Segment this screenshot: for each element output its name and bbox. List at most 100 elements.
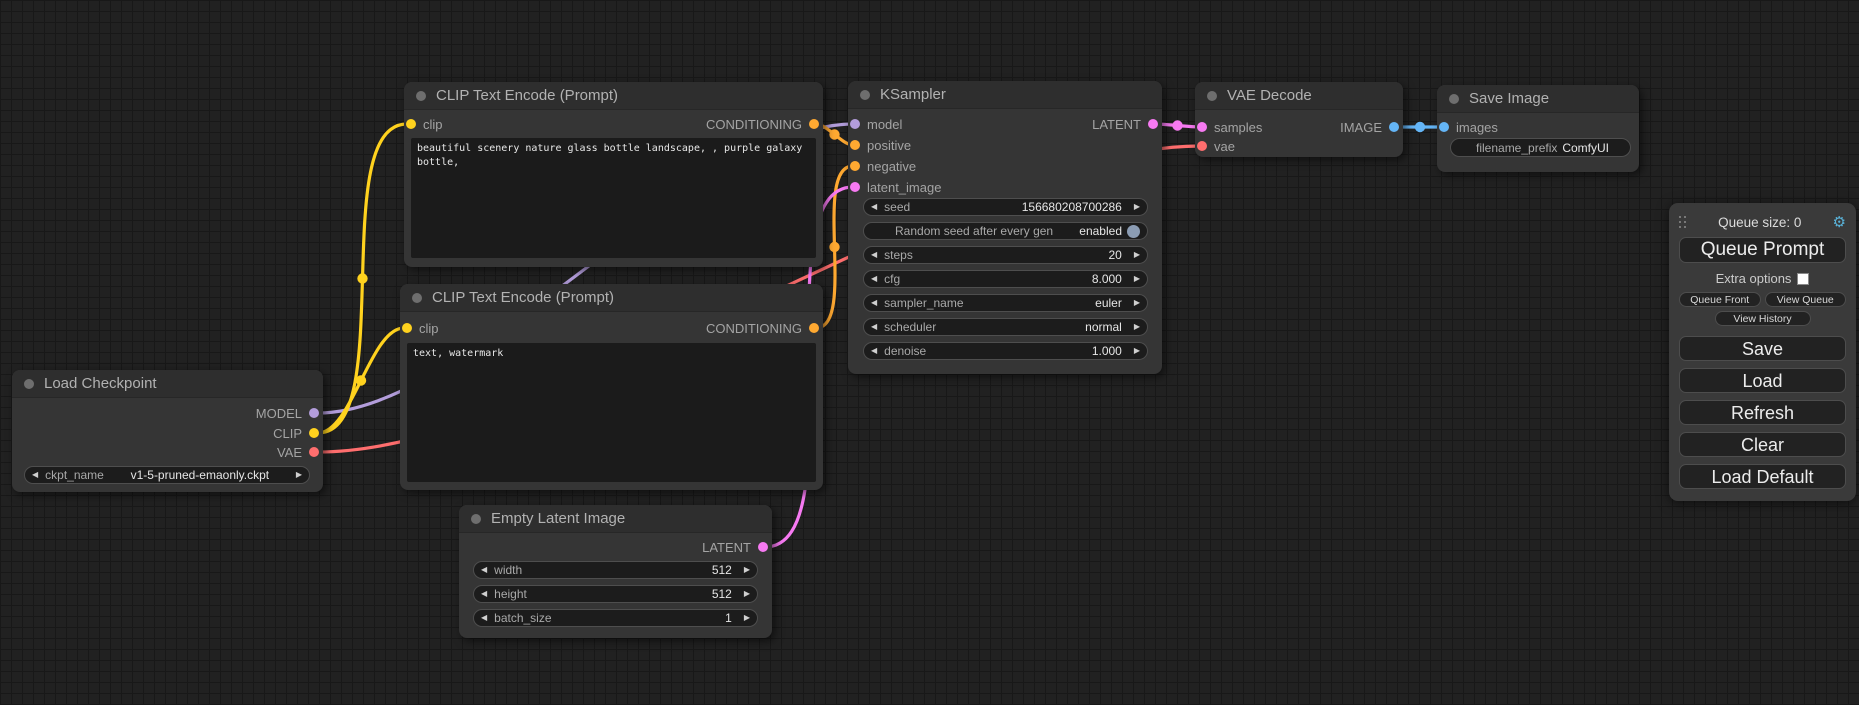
- link-midpoint-dot-latent-to-vae-decode[interactable]: [1172, 120, 1182, 130]
- decrement-arrow-icon[interactable]: ◀: [871, 299, 877, 307]
- node-title: CLIP Text Encode (Prompt): [432, 289, 614, 306]
- cfg-widget[interactable]: ◀ cfg 8.000 ▶: [863, 270, 1148, 288]
- steps-widget[interactable]: ◀ steps 20 ▶: [863, 246, 1148, 264]
- load-button[interactable]: Load: [1679, 368, 1846, 393]
- increment-arrow-icon[interactable]: ▶: [1134, 251, 1140, 259]
- decrement-arrow-icon[interactable]: ◀: [481, 566, 487, 574]
- clip-input-dot[interactable]: [406, 119, 416, 129]
- node-header: CLIP Text Encode (Prompt): [404, 82, 823, 110]
- extra-options-checkbox[interactable]: [1797, 273, 1809, 285]
- node-title: Empty Latent Image: [491, 510, 625, 527]
- width-widget[interactable]: ◀ width 512 ▶: [473, 561, 758, 579]
- view-history-button[interactable]: View History: [1715, 311, 1811, 326]
- collapse-dot-icon[interactable]: [1449, 94, 1459, 104]
- node-ksampler[interactable]: KSampler model positive negative latent_…: [848, 81, 1162, 374]
- seed-widget[interactable]: ◀ seed 156680208700286 ▶: [863, 198, 1148, 216]
- latent-image-input-dot[interactable]: [850, 182, 860, 192]
- widget-label: cfg: [884, 272, 900, 286]
- decrement-arrow-icon[interactable]: ◀: [871, 323, 877, 331]
- view-queue-button[interactable]: View Queue: [1765, 292, 1847, 307]
- images-input-dot[interactable]: [1439, 122, 1449, 132]
- vae-output-dot[interactable]: [309, 447, 319, 457]
- clip-input-dot[interactable]: [402, 323, 412, 333]
- increment-arrow-icon[interactable]: ▶: [744, 566, 750, 574]
- increment-arrow-icon[interactable]: ▶: [1134, 203, 1140, 211]
- increment-arrow-icon[interactable]: ▶: [744, 614, 750, 622]
- latent-output-dot[interactable]: [1148, 119, 1158, 129]
- conditioning-output-dot[interactable]: [809, 323, 819, 333]
- decrement-arrow-icon[interactable]: ◀: [481, 590, 487, 598]
- output-slot-conditioning: CONDITIONING: [706, 115, 819, 133]
- increment-arrow-icon[interactable]: ▶: [1134, 275, 1140, 283]
- output-slot-model: MODEL: [256, 404, 319, 422]
- random-seed-widget[interactable]: Random seed after every gen enabled: [863, 222, 1148, 240]
- scheduler-widget[interactable]: ◀ scheduler normal ▶: [863, 318, 1148, 336]
- batch-size-widget[interactable]: ◀ batch_size 1 ▶: [473, 609, 758, 627]
- widget-label: batch_size: [494, 611, 551, 625]
- latent-output-dot[interactable]: [758, 542, 768, 552]
- positive-prompt-textarea[interactable]: beautiful scenery nature glass bottle la…: [411, 138, 816, 258]
- decrement-arrow-icon[interactable]: ◀: [32, 471, 38, 479]
- node-header: Empty Latent Image: [459, 505, 772, 533]
- height-widget[interactable]: ◀ height 512 ▶: [473, 585, 758, 603]
- settings-gear-icon[interactable]: ⚙: [1833, 215, 1846, 230]
- node-clip-text-encode-positive[interactable]: CLIP Text Encode (Prompt) clip CONDITION…: [404, 82, 823, 267]
- load-default-button[interactable]: Load Default: [1679, 464, 1846, 489]
- sampler-name-widget[interactable]: ◀ sampler_name euler ▶: [863, 294, 1148, 312]
- node-header: Load Checkpoint: [12, 370, 323, 398]
- refresh-button[interactable]: Refresh: [1679, 400, 1846, 425]
- image-output-dot[interactable]: [1389, 122, 1399, 132]
- random-seed-toggle[interactable]: [1127, 225, 1140, 238]
- drag-handle-icon[interactable]: [1679, 216, 1687, 229]
- slot-label: samples: [1214, 120, 1262, 135]
- decrement-arrow-icon[interactable]: ◀: [871, 347, 877, 355]
- node-empty-latent-image[interactable]: Empty Latent Image LATENT ◀ width 512 ▶ …: [459, 505, 772, 638]
- collapse-dot-icon[interactable]: [471, 514, 481, 524]
- clear-button[interactable]: Clear: [1679, 432, 1846, 457]
- node-title: CLIP Text Encode (Prompt): [436, 87, 618, 104]
- collapse-dot-icon[interactable]: [416, 91, 426, 101]
- link-midpoint-dot-image-to-save[interactable]: [1415, 122, 1425, 132]
- save-button[interactable]: Save: [1679, 336, 1846, 361]
- collapse-dot-icon[interactable]: [412, 293, 422, 303]
- node-clip-text-encode-negative[interactable]: CLIP Text Encode (Prompt) clip CONDITION…: [400, 284, 823, 490]
- positive-input-dot[interactable]: [850, 140, 860, 150]
- model-input-dot[interactable]: [850, 119, 860, 129]
- queue-front-button[interactable]: Queue Front: [1679, 292, 1761, 307]
- increment-arrow-icon[interactable]: ▶: [744, 590, 750, 598]
- model-output-dot[interactable]: [309, 408, 319, 418]
- collapse-dot-icon[interactable]: [860, 90, 870, 100]
- node-title: Load Checkpoint: [44, 375, 157, 392]
- collapse-dot-icon[interactable]: [24, 379, 34, 389]
- slot-label: CONDITIONING: [706, 321, 802, 336]
- ckpt-name-widget[interactable]: ◀ ckpt_name v1-5-pruned-emaonly.ckpt ▶: [24, 466, 310, 484]
- negative-input-dot[interactable]: [850, 161, 860, 171]
- samples-input-dot[interactable]: [1197, 122, 1207, 132]
- link-midpoint-dot-clip-to-positive-encoder[interactable]: [357, 273, 367, 283]
- link-midpoint-dot-negative-conditioning[interactable]: [829, 242, 839, 252]
- decrement-arrow-icon[interactable]: ◀: [871, 251, 877, 259]
- link-midpoint-dot-clip-to-negative-encoder[interactable]: [356, 375, 366, 385]
- node-vae-decode[interactable]: VAE Decode samples vae IMAGE: [1195, 82, 1403, 157]
- vae-input-dot[interactable]: [1197, 141, 1207, 151]
- increment-arrow-icon[interactable]: ▶: [1134, 299, 1140, 307]
- queue-prompt-button[interactable]: Queue Prompt: [1679, 237, 1846, 263]
- increment-arrow-icon[interactable]: ▶: [296, 471, 302, 479]
- filename-prefix-widget[interactable]: filename_prefix ComfyUI: [1450, 138, 1631, 157]
- negative-prompt-textarea[interactable]: text, watermark: [407, 343, 816, 482]
- collapse-dot-icon[interactable]: [1207, 91, 1217, 101]
- slot-label: CLIP: [273, 426, 302, 441]
- conditioning-output-dot[interactable]: [809, 119, 819, 129]
- queue-size-label: Queue size: 0: [1687, 215, 1833, 230]
- node-load-checkpoint[interactable]: Load Checkpoint MODEL CLIP VAE ◀ ckpt_na…: [12, 370, 323, 492]
- clip-output-dot[interactable]: [309, 428, 319, 438]
- link-midpoint-dot-positive-conditioning[interactable]: [829, 129, 839, 139]
- node-title: Save Image: [1469, 90, 1549, 107]
- decrement-arrow-icon[interactable]: ◀: [481, 614, 487, 622]
- decrement-arrow-icon[interactable]: ◀: [871, 203, 877, 211]
- decrement-arrow-icon[interactable]: ◀: [871, 275, 877, 283]
- increment-arrow-icon[interactable]: ▶: [1134, 347, 1140, 355]
- increment-arrow-icon[interactable]: ▶: [1134, 323, 1140, 331]
- node-save-image[interactable]: Save Image images filename_prefix ComfyU…: [1437, 85, 1639, 172]
- denoise-widget[interactable]: ◀ denoise 1.000 ▶: [863, 342, 1148, 360]
